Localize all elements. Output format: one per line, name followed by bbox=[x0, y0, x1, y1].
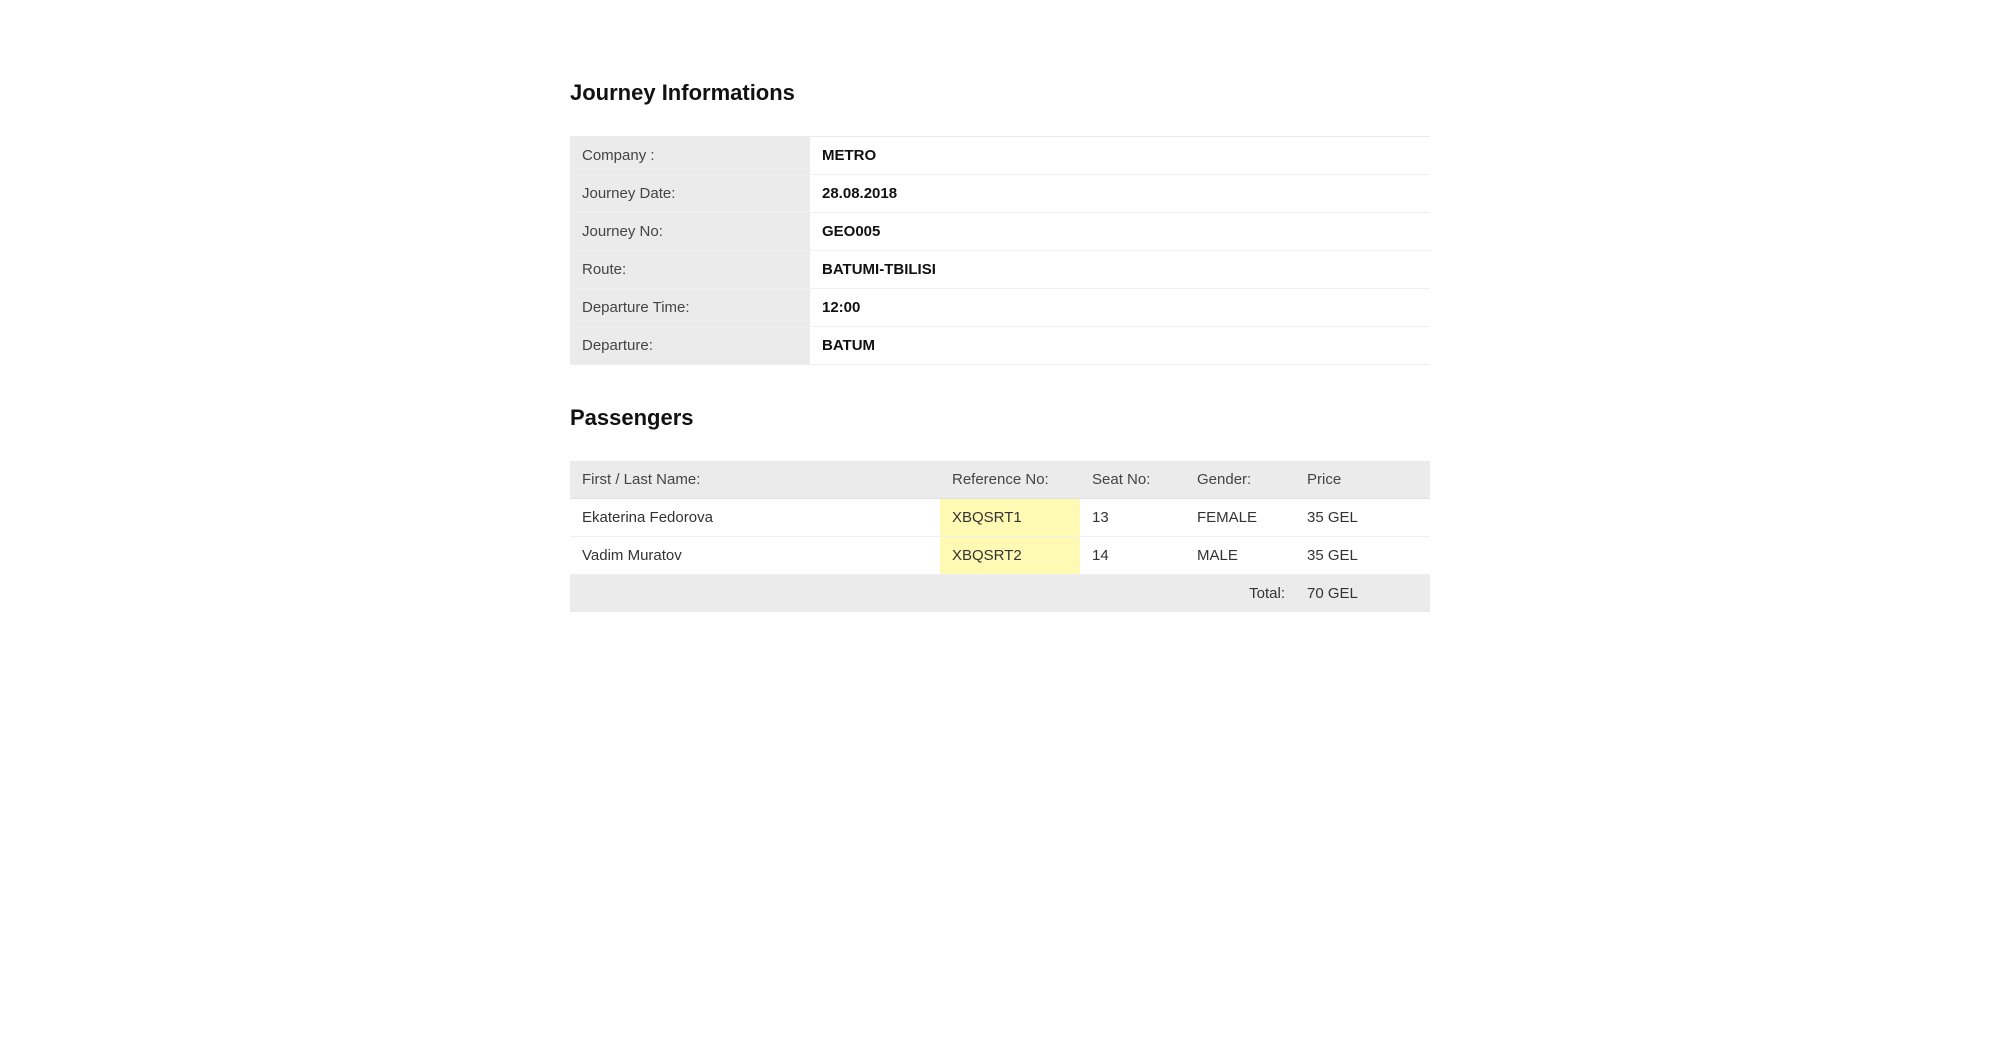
table-row: Ekaterina Fedorova XBQSRT1 13 FEMALE 35 … bbox=[570, 499, 1430, 537]
journey-value: BATUM bbox=[810, 327, 1430, 365]
journey-value: GEO005 bbox=[810, 213, 1430, 251]
journey-row-date: Journey Date: 28.08.2018 bbox=[570, 175, 1430, 213]
journey-info-table: Company : METRO Journey Date: 28.08.2018… bbox=[570, 136, 1430, 365]
journey-label: Journey Date: bbox=[570, 175, 810, 213]
passenger-price: 35 GEL bbox=[1295, 499, 1430, 537]
table-row: Vadim Muratov XBQSRT2 14 MALE 35 GEL bbox=[570, 537, 1430, 575]
passenger-ref: XBQSRT2 bbox=[940, 537, 1080, 575]
col-header-ref: Reference No: bbox=[940, 461, 1080, 499]
passenger-seat: 13 bbox=[1080, 499, 1185, 537]
journey-label: Company : bbox=[570, 137, 810, 175]
total-row: Total: 70 GEL bbox=[570, 575, 1430, 613]
journey-label: Departure: bbox=[570, 327, 810, 365]
journey-row-route: Route: BATUMI-TBILISI bbox=[570, 251, 1430, 289]
col-header-name: First / Last Name: bbox=[570, 461, 940, 499]
passengers-heading: Passengers bbox=[570, 405, 1430, 431]
journey-value: METRO bbox=[810, 137, 1430, 175]
journey-value: 12:00 bbox=[810, 289, 1430, 327]
journey-value: BATUMI-TBILISI bbox=[810, 251, 1430, 289]
passenger-seat: 14 bbox=[1080, 537, 1185, 575]
journey-label: Departure Time: bbox=[570, 289, 810, 327]
journey-row-departure-time: Departure Time: 12:00 bbox=[570, 289, 1430, 327]
total-label: Total: bbox=[570, 575, 1295, 613]
passengers-table: First / Last Name: Reference No: Seat No… bbox=[570, 461, 1430, 612]
journey-row-company: Company : METRO bbox=[570, 137, 1430, 175]
passenger-name: Vadim Muratov bbox=[570, 537, 940, 575]
journey-row-no: Journey No: GEO005 bbox=[570, 213, 1430, 251]
col-header-gender: Gender: bbox=[1185, 461, 1295, 499]
journey-value: 28.08.2018 bbox=[810, 175, 1430, 213]
passenger-price: 35 GEL bbox=[1295, 537, 1430, 575]
journey-heading: Journey Informations bbox=[570, 80, 1430, 106]
journey-row-departure: Departure: BATUM bbox=[570, 327, 1430, 365]
passenger-name: Ekaterina Fedorova bbox=[570, 499, 940, 537]
journey-label: Route: bbox=[570, 251, 810, 289]
journey-label: Journey No: bbox=[570, 213, 810, 251]
col-header-seat: Seat No: bbox=[1080, 461, 1185, 499]
col-header-price: Price bbox=[1295, 461, 1430, 499]
passenger-gender: MALE bbox=[1185, 537, 1295, 575]
total-value: 70 GEL bbox=[1295, 575, 1430, 613]
passenger-gender: FEMALE bbox=[1185, 499, 1295, 537]
passenger-ref: XBQSRT1 bbox=[940, 499, 1080, 537]
